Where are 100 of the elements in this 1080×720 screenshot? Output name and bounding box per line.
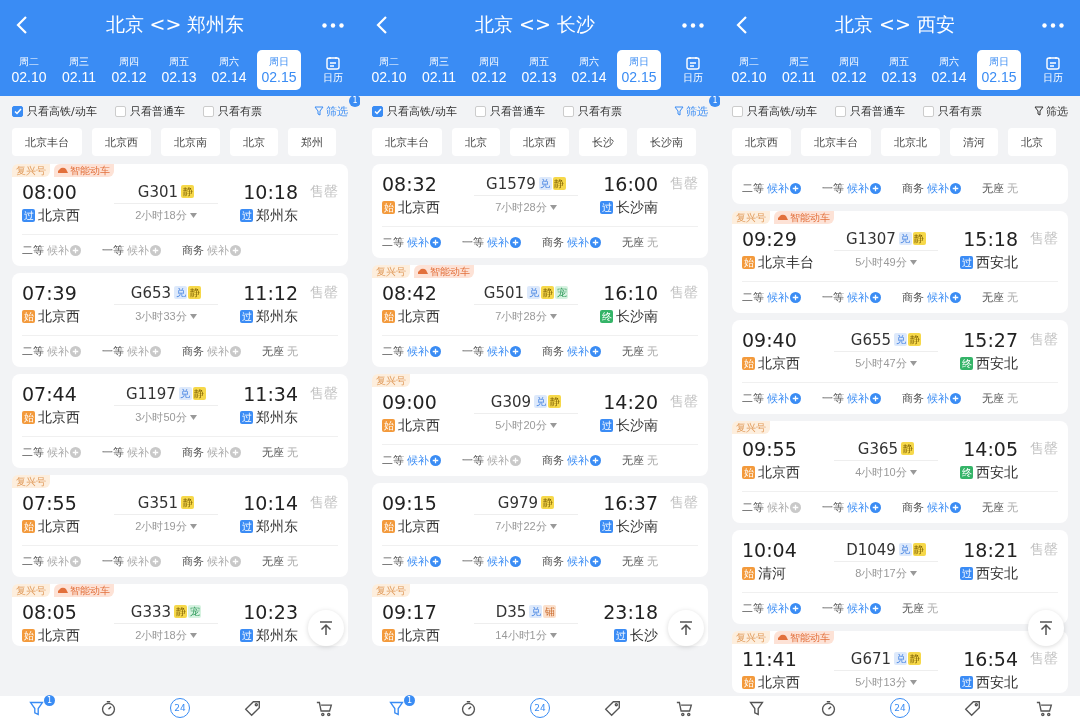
seat-status[interactable]: 候补: [567, 344, 601, 359]
filter-option[interactable]: 只看有票: [202, 103, 262, 119]
seat-status[interactable]: 候补: [767, 391, 801, 406]
train-card[interactable]: 复兴号 智能动车 08:05 G333 静 宠 10:23 始 北京西 2小时18分 过 郑州东: [12, 584, 348, 646]
train-card[interactable]: 复兴号 智能动车 08:42 G501 兑 静 宠 16:10 售罄 始 北京西 7小时28分 终 长沙南 二等 候补 一等 候补 商务 候补 无座 无: [372, 265, 708, 367]
date-tab[interactable]: 周三 02.11: [777, 50, 821, 90]
seat-status[interactable]: 候补: [767, 601, 801, 616]
filter-option[interactable]: 只看普通车: [114, 103, 185, 119]
seat-status[interactable]: 候补: [127, 445, 161, 460]
seat-status[interactable]: 候补: [847, 500, 881, 515]
filter-option[interactable]: 只看高铁/动车: [372, 103, 457, 119]
date-tab[interactable]: 周三 02.11: [57, 50, 101, 90]
station-chip[interactable]: 北京南: [161, 128, 220, 156]
filter-icon[interactable]: [387, 699, 405, 717]
train-card[interactable]: 复兴号 07:55 G351 静 10:14 售罄 始 北京西 2小时19分 过 郑州东 二等 候补 一等 候补 商务 候补 无座 无: [12, 475, 348, 577]
timer-icon[interactable]: [819, 699, 837, 717]
seat-status[interactable]: 候补: [927, 391, 961, 406]
calendar-button[interactable]: 日历: [1035, 50, 1071, 90]
train-card[interactable]: 09:15 G979 静 16:37 售罄 始 北京西 7小时22分 过 长沙南 二等 候补 一等 候补 商务 候补 无座 无: [372, 483, 708, 577]
station-chip[interactable]: 北京丰台: [801, 128, 871, 156]
date-tab[interactable]: 周日 02.15: [617, 50, 661, 90]
timer-icon[interactable]: [459, 699, 477, 717]
date-tab[interactable]: 周二 02.10: [7, 50, 51, 90]
checkbox[interactable]: [562, 105, 574, 117]
duration-toggle[interactable]: 14小时1分: [474, 627, 578, 643]
station-chip[interactable]: 北京: [1008, 128, 1056, 156]
calendar-button[interactable]: 日历: [675, 50, 711, 90]
more-icon[interactable]: [1042, 22, 1064, 28]
seat-status[interactable]: 候补: [767, 180, 801, 196]
seat-status[interactable]: 候补: [487, 453, 521, 468]
seat-status[interactable]: 候补: [127, 243, 161, 258]
back-icon[interactable]: [376, 16, 388, 34]
duration-toggle[interactable]: 3小时33分: [114, 308, 218, 324]
seat-status[interactable]: 候补: [207, 243, 241, 258]
station-chip[interactable]: 北京西: [732, 128, 791, 156]
cart-icon[interactable]: [315, 699, 333, 717]
date-tab[interactable]: 周四 02.12: [827, 50, 871, 90]
seat-status[interactable]: 候补: [767, 290, 801, 305]
more-icon[interactable]: [322, 22, 344, 28]
station-chip[interactable]: 清河: [950, 128, 998, 156]
filter-button[interactable]: 筛选: [314, 103, 348, 119]
duration-toggle[interactable]: 5小时13分: [834, 674, 938, 690]
seat-status[interactable]: 候补: [407, 344, 441, 359]
filter-button[interactable]: 筛选: [1034, 103, 1068, 119]
seat-status[interactable]: 候补: [487, 235, 521, 250]
duration-toggle[interactable]: 7小时22分: [474, 518, 578, 534]
duration-toggle[interactable]: 8小时17分: [834, 565, 938, 581]
train-card[interactable]: 复兴号 09:55 G365 静 14:05 售罄 始 北京西 4小时10分 终 西安北 二等 候补 一等 候补 商务 候补 无座 无: [732, 421, 1068, 523]
seat-status[interactable]: 候补: [207, 445, 241, 460]
back-icon[interactable]: [736, 16, 748, 34]
seat-status[interactable]: 候补: [47, 445, 81, 460]
date-tab[interactable]: 周四 02.12: [107, 50, 151, 90]
seat-status[interactable]: 候补: [407, 554, 441, 569]
date-tab[interactable]: 周日 02.15: [977, 50, 1021, 90]
seat-status[interactable]: 候补: [127, 344, 161, 359]
station-chip[interactable]: 北京北: [881, 128, 940, 156]
train-card[interactable]: 10:04 D1049 兑 静 18:21 售罄 始 清河 8小时17分 过 西安北 二等 候补 一等 候补 无座 无: [732, 530, 1068, 624]
train-card[interactable]: 复兴号 09:17 D35 兑 铺 23:18 始 北京西 14小时1分 过 长沙: [372, 584, 708, 646]
seat-status[interactable]: 候补: [207, 344, 241, 359]
seat-status[interactable]: 候补: [407, 453, 441, 468]
checkbox[interactable]: [114, 105, 126, 117]
duration-toggle[interactable]: 5小时20分: [474, 417, 578, 433]
train-card[interactable]: 二等 候补 一等 候补 商务 候补 无座 无: [732, 164, 1068, 204]
station-chip[interactable]: 北京丰台: [372, 128, 442, 156]
station-chip[interactable]: 北京西: [92, 128, 151, 156]
tag-icon[interactable]: [243, 699, 261, 717]
train-card[interactable]: 09:40 G655 兑 静 15:27 售罄 始 北京西 5小时47分 终 西安北 二等 候补 一等 候补 商务 候补 无座 无: [732, 320, 1068, 414]
train-card[interactable]: 07:44 G1197 兑 静 11:34 售罄 始 北京西 3小时50分 过 郑州东 二等 候补 一等 候补 商务 候补 无座 无: [12, 374, 348, 468]
seat-status[interactable]: 候补: [567, 453, 601, 468]
duration-toggle[interactable]: 7小时28分: [474, 308, 578, 324]
seat-status[interactable]: 候补: [127, 554, 161, 569]
date-tab[interactable]: 周日 02.15: [257, 50, 301, 90]
station-chip[interactable]: 长沙南: [637, 128, 696, 156]
train-card[interactable]: 复兴号 智能动车 09:29 G1307 兑 静 15:18 售罄 始 北京丰台 5小时49分 过 西安北 二等 候补 一等 候补 商务 候补 无座 无: [732, 211, 1068, 313]
checkbox[interactable]: [12, 105, 23, 117]
duration-toggle[interactable]: 2小时19分: [114, 518, 218, 534]
train-card[interactable]: 复兴号 智能动车 08:00 G301 静 10:18 售罄 过 北京西 2小时18分 过 郑州东 二等 候补 一等 候补 商务 候补: [12, 164, 348, 266]
filter-option[interactable]: 只看有票: [562, 103, 622, 119]
duration-toggle[interactable]: 2小时18分: [114, 627, 218, 643]
station-chip[interactable]: 北京西: [510, 128, 569, 156]
seat-status[interactable]: 候补: [847, 391, 881, 406]
timer-icon[interactable]: [99, 699, 117, 717]
filter-button[interactable]: 筛选: [674, 103, 708, 119]
date-tab[interactable]: 周四 02.12: [467, 50, 511, 90]
seat-status[interactable]: 候补: [47, 243, 81, 258]
seat-status[interactable]: 候补: [567, 554, 601, 569]
seat-status[interactable]: 候补: [847, 290, 881, 305]
cart-icon[interactable]: [675, 699, 693, 717]
seat-status[interactable]: 候补: [927, 180, 961, 196]
filter-icon[interactable]: [27, 699, 45, 717]
cart-icon[interactable]: [1035, 699, 1053, 717]
seat-status[interactable]: 候补: [487, 344, 521, 359]
seat-status[interactable]: 候补: [847, 601, 881, 616]
date-tab[interactable]: 周三 02.11: [417, 50, 461, 90]
seat-status[interactable]: 候补: [207, 554, 241, 569]
date-tab[interactable]: 周五 02.13: [877, 50, 921, 90]
station-chip[interactable]: 长沙: [579, 128, 627, 156]
checkbox[interactable]: [202, 105, 214, 117]
more-icon[interactable]: [682, 22, 704, 28]
seat-status[interactable]: 候补: [407, 235, 441, 250]
